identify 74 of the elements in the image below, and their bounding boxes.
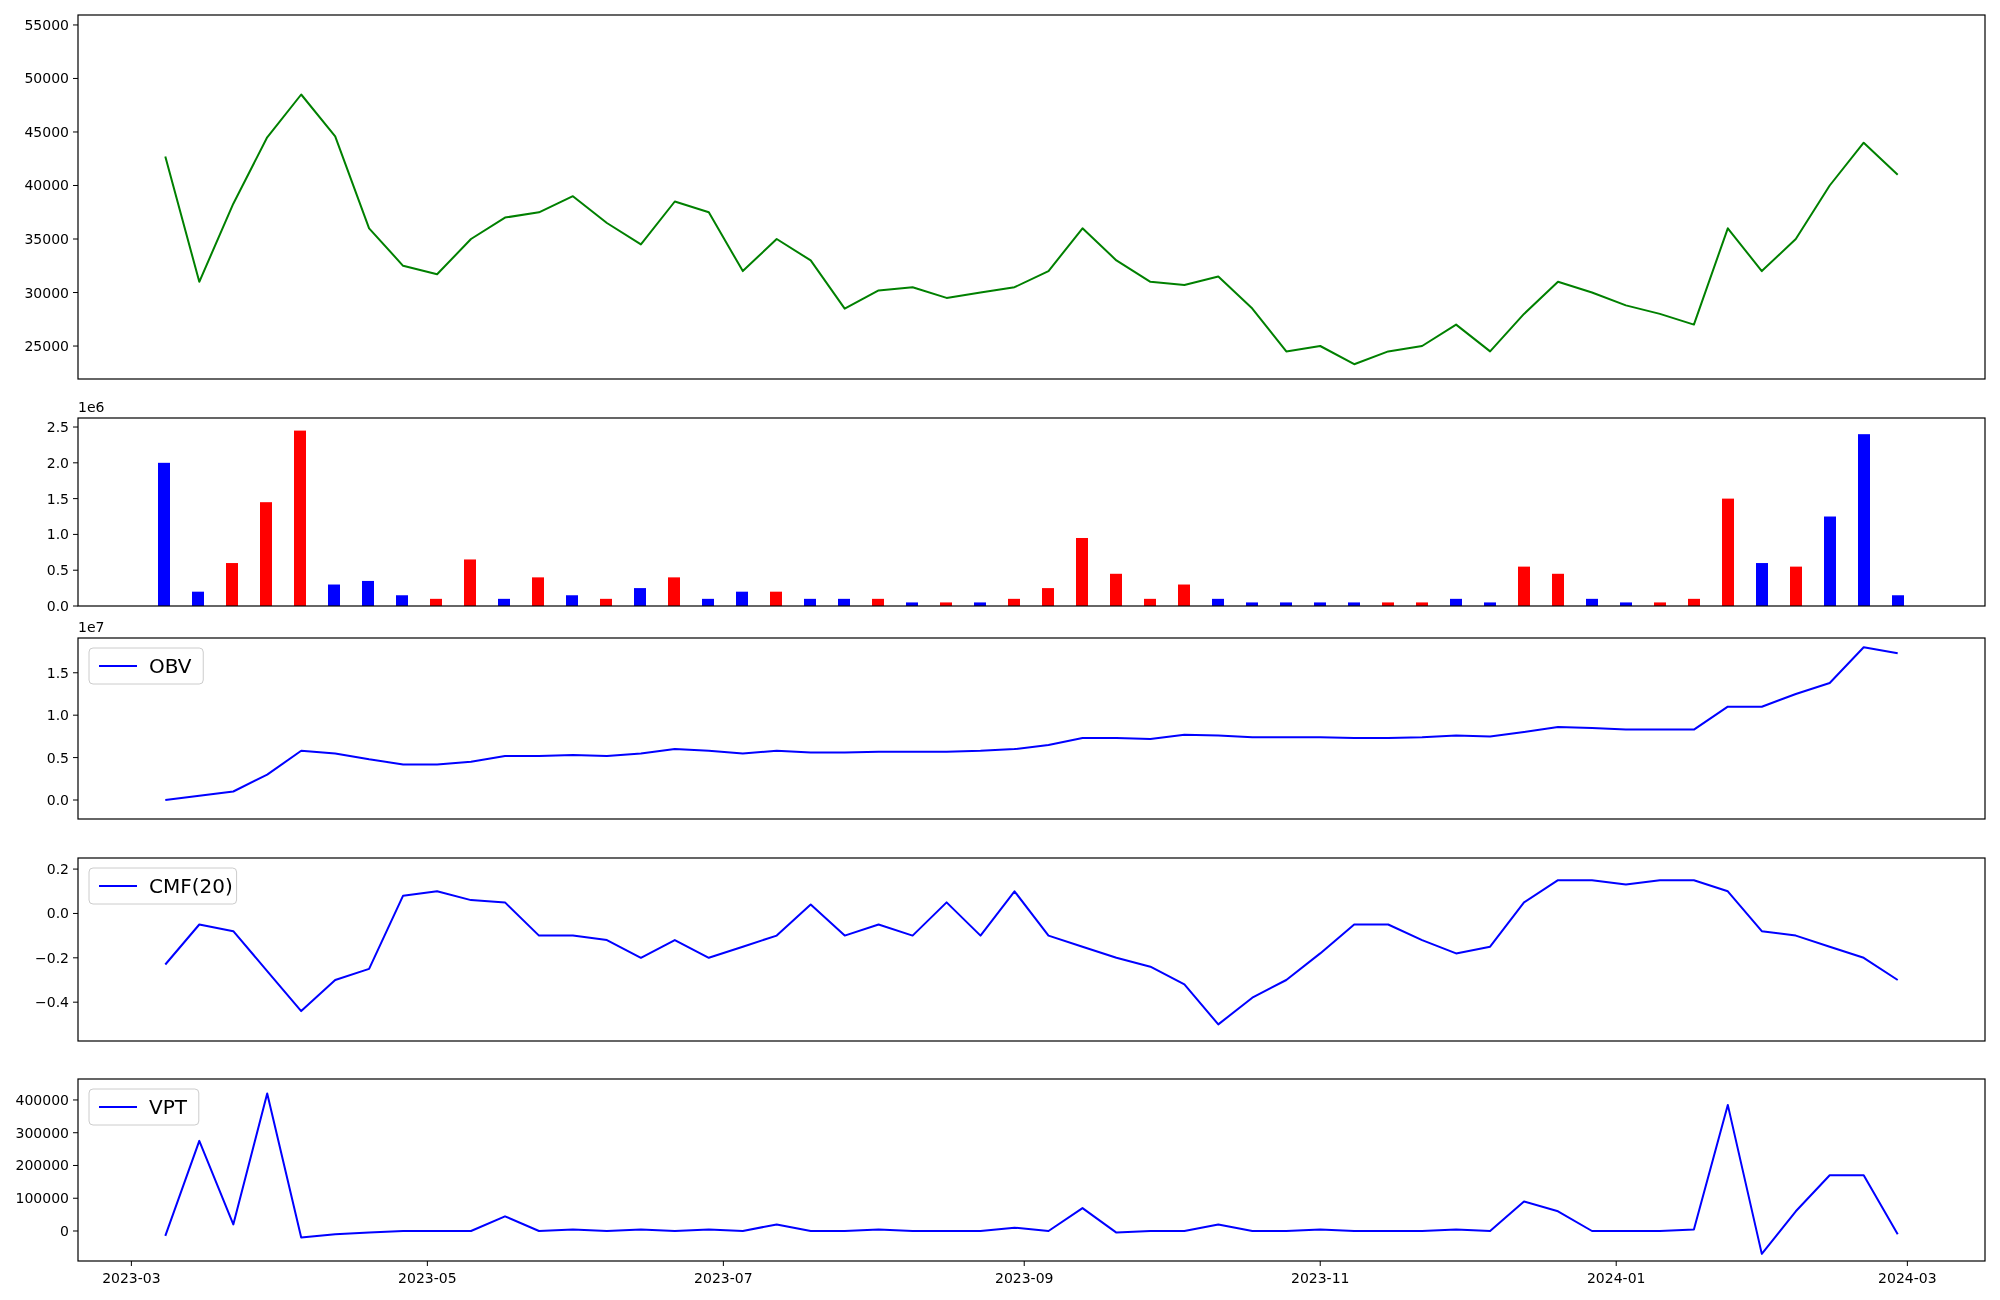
x-tick-label: 2024-01: [1586, 1270, 1646, 1286]
y-tick-label: 30000: [24, 284, 69, 301]
legend-label: CMF(20): [149, 874, 233, 898]
y-tick-mark: [72, 1001, 79, 1003]
y-tick-mark: [72, 462, 79, 464]
x-tick-label: 2023-03: [102, 1270, 161, 1286]
y-tick-mark: [72, 77, 79, 79]
y-tick-label: 1.5: [46, 664, 69, 681]
x-tick-mark: [426, 1260, 428, 1267]
y-tick-mark: [72, 757, 79, 759]
y-tick-mark: [72, 533, 79, 535]
y-tick-label: 0.2: [46, 861, 69, 878]
y-tick-label: 45000: [24, 124, 69, 140]
y-tick-label: 0: [60, 1223, 69, 1239]
y-tick-mark: [72, 345, 79, 347]
x-tick-label: 2023-05: [398, 1270, 457, 1286]
y-tick-mark: [72, 238, 79, 240]
legend-label: VPT: [149, 1095, 188, 1119]
y-tick-mark: [72, 498, 79, 500]
y-tick-mark: [72, 912, 79, 914]
y-tick-mark: [72, 185, 79, 186]
y-tick-label: 1.0: [46, 707, 69, 724]
y-tick-mark: [72, 714, 79, 716]
x-tick-mark: [130, 1260, 132, 1267]
y-tick-mark: [72, 1099, 79, 1101]
y-tick-mark: [72, 24, 79, 26]
y-tick-label: 35000: [24, 231, 69, 247]
y-tick-mark: [72, 569, 79, 571]
x-tick-mark: [1615, 1260, 1617, 1267]
x-tick-mark: [1319, 1260, 1321, 1267]
legend: CMF(20): [88, 867, 238, 905]
y-tick-mark: [72, 1230, 79, 1232]
legend: VPT: [88, 1088, 200, 1126]
y-tick-label: 50000: [24, 70, 69, 87]
y-tick-label: 55000: [24, 16, 69, 33]
y-tick-label: −0.2: [35, 949, 69, 966]
y-tick-label: 40000: [24, 177, 69, 194]
y-tick-label: 25000: [24, 338, 69, 355]
y-tick-mark: [72, 957, 79, 959]
y-tick-label: 0.0: [46, 792, 69, 808]
y-tick-label: 0.5: [46, 749, 69, 766]
y-tick-mark: [72, 292, 79, 293]
y-tick-mark: [72, 1165, 79, 1166]
x-tick-label: 2023-11: [1290, 1270, 1350, 1286]
y-tick-label: 2.5: [46, 419, 69, 435]
y-tick-mark: [72, 426, 79, 428]
y-tick-label: 0.5: [46, 562, 69, 579]
y-tick-label: 200000: [15, 1157, 69, 1174]
y-tick-label: 1.0: [46, 526, 69, 543]
y-tick-mark: [72, 1132, 79, 1134]
x-tick-mark: [1906, 1260, 1908, 1267]
x-tick-label: 2023-07: [694, 1270, 753, 1286]
y-tick-label: 100000: [15, 1190, 69, 1207]
y-tick-mark: [72, 799, 79, 801]
legend: OBV: [88, 647, 204, 685]
y-tick-mark: [72, 605, 79, 607]
y-tick-mark: [72, 1197, 79, 1199]
y-tick-label: 1.5: [46, 490, 69, 507]
y-tick-label: 0.0: [46, 598, 69, 614]
y-tick-mark: [72, 868, 79, 870]
y-tick-label: 300000: [15, 1124, 69, 1141]
x-tick-mark: [722, 1260, 724, 1267]
y-tick-mark: [72, 131, 79, 133]
legend-label: OBV: [149, 654, 192, 678]
y-tick-label: −0.4: [35, 994, 69, 1011]
scale-label: 1e7: [78, 620, 105, 635]
y-tick-label: 2.0: [46, 454, 69, 471]
x-tick-label: 2024-03: [1878, 1270, 1937, 1286]
x-tick-mark: [1023, 1260, 1025, 1267]
y-tick-label: 400000: [15, 1091, 69, 1108]
y-tick-mark: [72, 672, 79, 674]
x-tick-label: 2023-09: [994, 1270, 1054, 1286]
y-tick-label: 0.0: [46, 905, 69, 922]
scale-label: 1e6: [78, 400, 105, 415]
